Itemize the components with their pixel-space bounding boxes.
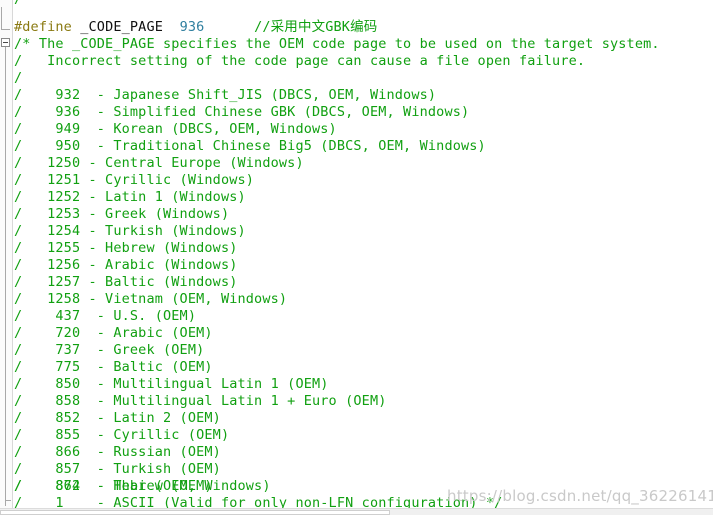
code-token-comment: / 720 - Arabic (OEM) bbox=[14, 325, 213, 341]
code-token-comment: / 1254 - Turkish (Windows) bbox=[14, 223, 246, 239]
code-line[interactable]: / bbox=[14, 70, 22, 87]
code-token-comment: / Incorrect setting of the code page can… bbox=[14, 53, 586, 69]
code-line[interactable]: / 1250 - Central Europe (Windows) bbox=[14, 155, 304, 172]
code-line[interactable]: / 737 - Greek (OEM) bbox=[14, 342, 204, 359]
code-token-comment: / 850 - Multilingual Latin 1 (OEM) bbox=[14, 376, 329, 392]
code-line[interactable]: / 858 - Multilingual Latin 1 + Euro (OEM… bbox=[14, 393, 387, 410]
code-line[interactable]: / 855 - Cyrillic (OEM) bbox=[14, 427, 229, 444]
code-line[interactable]: / 950 - Traditional Chinese Big5 (DBCS, … bbox=[14, 138, 486, 155]
code-token-comment: / bbox=[14, 0, 22, 7]
fold-margin-background bbox=[0, 0, 12, 515]
code-token-comment: / 1253 - Greek (Windows) bbox=[14, 206, 230, 222]
code-token-comment: / 1250 - Central Europe (Windows) bbox=[14, 155, 304, 171]
code-token-ident: _CODE_PAGE bbox=[71, 19, 164, 35]
code-token-comment: / 932 - Japanese Shift_JIS (DBCS, OEM, W… bbox=[14, 87, 437, 103]
fold-guide-line-end bbox=[5, 500, 11, 501]
code-line[interactable]: / 852 - Latin 2 (OEM) bbox=[14, 410, 221, 427]
code-line[interactable]: / 936 - Simplified Chinese GBK (DBCS, OE… bbox=[14, 104, 469, 121]
code-token-comment: / 858 - Multilingual Latin 1 + Euro (OEM… bbox=[14, 393, 387, 409]
code-line[interactable]: / 866 - Russian (OEM) bbox=[14, 444, 221, 461]
code-token-comment: / 775 - Baltic (OEM) bbox=[14, 359, 213, 375]
code-line[interactable]: / 1255 - Hebrew (Windows) bbox=[14, 240, 238, 257]
code-line[interactable]: / 850 - Multilingual Latin 1 (OEM) bbox=[14, 376, 329, 393]
code-line[interactable]: / 1257 - Baltic (Windows) bbox=[14, 274, 238, 291]
fold-guide-line bbox=[5, 46, 6, 506]
code-token-comment: / 437 - U.S. (OEM) bbox=[14, 308, 197, 324]
code-line[interactable]: / 857 - Turkish (OEM) bbox=[14, 461, 221, 478]
code-token-comment: / 737 - Greek (OEM) bbox=[14, 342, 205, 358]
code-token-comment: / 949 - Korean (DBCS, OEM, Windows) bbox=[14, 121, 337, 137]
code-token-comment: /* The _CODE_PAGE specifies the OEM code… bbox=[14, 36, 660, 52]
code-line[interactable]: / 437 - U.S. (OEM) bbox=[14, 308, 196, 325]
code-token-comment: / 1258 - Vietnam (OEM, Windows) bbox=[14, 291, 288, 307]
code-line[interactable]: / Incorrect setting of the code page can… bbox=[14, 53, 585, 70]
code-token-comment: / 1251 - Cyrillic (Windows) bbox=[14, 172, 255, 188]
code-token-ident bbox=[163, 19, 180, 35]
code-line[interactable]: / 1252 - Latin 1 (Windows) bbox=[14, 189, 246, 206]
code-text-surface[interactable]: / #define _CODE_PAGE 936 //采用中文GBK编码/* Th… bbox=[14, 0, 713, 515]
code-token-comment: / 852 - Latin 2 (OEM) bbox=[14, 410, 221, 426]
code-line[interactable]: / bbox=[14, 0, 22, 8]
code-line[interactable]: / 874 - Thai (OEM, Windows) bbox=[14, 478, 271, 495]
code-token-comment: / 1252 - Latin 1 (Windows) bbox=[14, 189, 246, 205]
fold-margin[interactable] bbox=[0, 0, 13, 515]
code-token-comment: //采用中文GBK编码 bbox=[204, 19, 378, 35]
code-line[interactable]: / 720 - Arabic (OEM) bbox=[14, 325, 213, 342]
code-token-preproc: #define bbox=[14, 19, 72, 35]
code-token-comment: / bbox=[14, 70, 23, 86]
code-token-comment: / 1256 - Arabic (Windows) bbox=[14, 257, 238, 273]
fold-guide-line-top bbox=[1, 7, 10, 30]
code-token-comment: / 857 - Turkish (OEM) bbox=[14, 461, 221, 477]
code-token-number: 936 bbox=[179, 19, 205, 35]
csdn-watermark: https://blog.csdn.net/qq_36226141 bbox=[447, 487, 713, 505]
code-line[interactable]: /* The _CODE_PAGE specifies the OEM code… bbox=[14, 36, 660, 53]
horizontal-scrollbar-thumb[interactable] bbox=[0, 510, 390, 515]
code-line[interactable]: / 1254 - Turkish (Windows) bbox=[14, 223, 246, 240]
code-line[interactable]: #define _CODE_PAGE 936 //采用中文GBK编码 bbox=[14, 19, 377, 36]
code-token-comment: / 950 - Traditional Chinese Big5 (DBCS, … bbox=[14, 138, 486, 154]
code-token-comment: / 936 - Simplified Chinese GBK (DBCS, OE… bbox=[14, 104, 470, 120]
code-line[interactable]: / 949 - Korean (DBCS, OEM, Windows) bbox=[14, 121, 337, 138]
code-token-comment: / 1255 - Hebrew (Windows) bbox=[14, 240, 238, 256]
code-line[interactable]: / 1258 - Vietnam (OEM, Windows) bbox=[14, 291, 287, 308]
code-editor-view[interactable]: / #define _CODE_PAGE 936 //采用中文GBK编码/* Th… bbox=[0, 0, 713, 515]
code-line[interactable]: / 1253 - Greek (Windows) bbox=[14, 206, 229, 223]
code-token-comment: / 866 - Russian (OEM) bbox=[14, 444, 221, 460]
code-token-comment: / 855 - Cyrillic (OEM) bbox=[14, 427, 230, 443]
code-line[interactable]: / 932 - Japanese Shift_JIS (DBCS, OEM, W… bbox=[14, 87, 436, 104]
code-line[interactable]: / 1256 - Arabic (Windows) bbox=[14, 257, 238, 274]
code-token-comment: / 1257 - Baltic (Windows) bbox=[14, 274, 238, 290]
code-line[interactable]: / 1251 - Cyrillic (Windows) bbox=[14, 172, 254, 189]
code-token-comment: / 874 - Thai (OEM, Windows) bbox=[14, 478, 271, 494]
fold-collapse-minus-icon[interactable] bbox=[1, 38, 10, 47]
code-line[interactable]: / 775 - Baltic (OEM) bbox=[14, 359, 213, 376]
horizontal-scrollbar[interactable] bbox=[0, 508, 713, 515]
